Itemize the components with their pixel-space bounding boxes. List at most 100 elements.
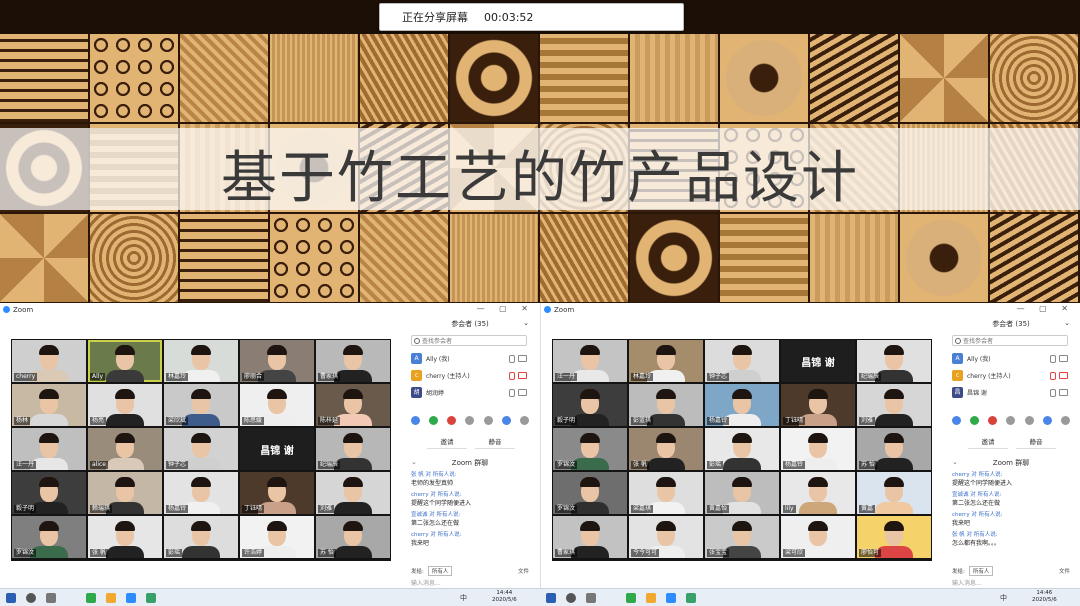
video-tile[interactable]: cherry [12, 340, 86, 382]
search-icon[interactable] [566, 593, 576, 603]
participant-row[interactable]: A Ally (我) [952, 350, 1070, 367]
video-tile[interactable]: 梁嘉琪 [629, 472, 703, 514]
camera-icon[interactable] [1059, 372, 1068, 379]
mute-all-button[interactable]: 静音 [1016, 436, 1056, 449]
faster-icon[interactable] [483, 416, 493, 425]
participant-row[interactable]: 昌昌锦 谢 [952, 384, 1070, 401]
wechat-icon[interactable] [626, 593, 636, 603]
invite-button[interactable]: 邀请 [968, 436, 1008, 449]
video-tile[interactable]: 陈思媛 [240, 384, 314, 426]
taskbar-clock[interactable]: 14:46 2020/5/6 [1032, 590, 1057, 604]
participant-search-input[interactable]: 查找参会者 [411, 335, 527, 346]
video-tile[interactable]: 罗锦汶 [553, 428, 627, 470]
more-icon[interactable] [1042, 416, 1052, 425]
input-method-indicator[interactable]: 中 [1000, 593, 1007, 603]
video-tile[interactable]: 黄嘉怡 [705, 472, 779, 514]
video-tile[interactable]: 杨亮 [88, 384, 162, 426]
window-buttons[interactable]: — ▢ ✕ [1017, 304, 1074, 313]
video-tile[interactable]: 毅子明 [553, 384, 627, 426]
app-icon[interactable] [146, 593, 156, 603]
video-tile[interactable]: 刘雅 [857, 384, 931, 426]
video-tile[interactable]: 纪瑞辰 [316, 428, 390, 470]
participant-row[interactable]: c cherry (主持人) [411, 367, 529, 384]
participant-search-input[interactable]: 查找参会者 [952, 335, 1068, 346]
video-tile[interactable]: 廖怡可 [857, 516, 931, 558]
video-tile[interactable]: 曹家琪 [553, 516, 627, 558]
zoom-app-icon[interactable] [666, 593, 676, 603]
video-tile[interactable]: 彭蓝琪 [629, 384, 703, 426]
search-icon[interactable] [26, 593, 36, 603]
no-icon[interactable] [988, 416, 998, 425]
popout-icon[interactable]: ⌄ [523, 319, 529, 327]
video-tile[interactable]: 梁欣斌 [164, 384, 238, 426]
slower-icon[interactable] [1006, 416, 1016, 425]
chat-input[interactable]: 输入消息... [411, 578, 529, 587]
microphone-icon[interactable] [1050, 355, 1056, 363]
coffee-icon[interactable] [1060, 416, 1070, 425]
video-tile[interactable]: 张宝宝 [705, 516, 779, 558]
video-tile[interactable]: 罗锦汶 [553, 472, 627, 514]
video-tile[interactable]: 许浩婷 [240, 516, 314, 558]
camera-icon[interactable] [1059, 355, 1068, 362]
video-tile[interactable]: 杨嘉铃 [164, 472, 238, 514]
video-tile[interactable]: 苏 怡 [857, 428, 931, 470]
video-tile[interactable]: Ally [88, 340, 162, 382]
video-tile[interactable]: 杨嘉铃 [781, 428, 855, 470]
file-button[interactable]: 文件 [518, 567, 529, 575]
video-tile[interactable]: 彭瑶 [164, 516, 238, 558]
send-to-select[interactable]: 所有人 [427, 566, 453, 576]
input-method-indicator[interactable]: 中 [460, 593, 467, 603]
video-tile[interactable]: 林嘉玲 [164, 340, 238, 382]
video-tile[interactable]: 汪一丹 [12, 428, 86, 470]
video-tile[interactable]: 罗锦汶 [12, 516, 86, 558]
video-tile[interactable]: 梁可欣 [781, 516, 855, 558]
windows-start-icon[interactable] [546, 593, 556, 603]
video-tile[interactable]: 林嘉玲 [629, 340, 703, 382]
video-tile[interactable]: 昌锦 谢 [781, 340, 855, 382]
video-tile[interactable]: 纪瑞辰 [857, 340, 931, 382]
explorer-icon[interactable] [106, 593, 116, 603]
chat-input[interactable]: 输入消息... [952, 578, 1070, 587]
task-view-icon[interactable] [46, 593, 56, 603]
no-icon[interactable] [447, 416, 457, 425]
video-tile[interactable]: lily [781, 472, 855, 514]
video-tile[interactable]: 丁钰晴 [240, 472, 314, 514]
chat-collapse-icon[interactable]: ⌄ [411, 458, 417, 466]
faster-icon[interactable] [1024, 416, 1034, 425]
video-tile[interactable]: 陈梓延 [316, 384, 390, 426]
camera-icon[interactable] [518, 355, 527, 362]
video-tile[interactable]: 钟子芯 [164, 428, 238, 470]
microphone-icon[interactable] [509, 372, 515, 380]
video-tile[interactable]: 廖丽合 [240, 340, 314, 382]
video-tile[interactable]: 刘雅 [316, 472, 390, 514]
video-tile[interactable]: 丁钰晴 [781, 384, 855, 426]
microphone-icon[interactable] [1050, 389, 1056, 397]
slower-icon[interactable] [465, 416, 475, 425]
coffee-icon[interactable] [519, 416, 529, 425]
camera-icon[interactable] [1059, 389, 1068, 396]
microphone-icon[interactable] [509, 389, 515, 397]
video-tile[interactable]: 彭瑶 [705, 428, 779, 470]
microphone-icon[interactable] [509, 355, 515, 363]
video-tile[interactable]: 曹家琪 [316, 340, 390, 382]
more-icon[interactable] [501, 416, 511, 425]
invite-button[interactable]: 邀请 [427, 436, 467, 449]
video-tile[interactable]: 黄嘉 [857, 472, 931, 514]
video-tile[interactable]: 赖瑞琪 [88, 472, 162, 514]
camera-icon[interactable] [518, 372, 527, 379]
yes-icon[interactable] [970, 416, 980, 425]
video-tile[interactable]: 杨嘉铃 [705, 384, 779, 426]
video-tile[interactable]: 昌锦 谢 [240, 428, 314, 470]
video-tile[interactable]: 毅子明 [12, 472, 86, 514]
mute-all-button[interactable]: 静音 [475, 436, 515, 449]
taskbar-clock[interactable]: 14:44 2020/5/6 [492, 590, 517, 604]
video-tile[interactable]: 汪一丹 [553, 340, 627, 382]
video-tile[interactable]: 张 帆 [88, 516, 162, 558]
window-buttons[interactable]: — ▢ ✕ [477, 304, 534, 313]
microphone-icon[interactable] [1050, 372, 1056, 380]
popout-icon[interactable]: ⌄ [1064, 319, 1070, 327]
task-view-icon[interactable] [586, 593, 596, 603]
video-tile[interactable]: 钟子芯 [705, 340, 779, 382]
video-tile[interactable]: 杨林 [12, 384, 86, 426]
explorer-icon[interactable] [646, 593, 656, 603]
